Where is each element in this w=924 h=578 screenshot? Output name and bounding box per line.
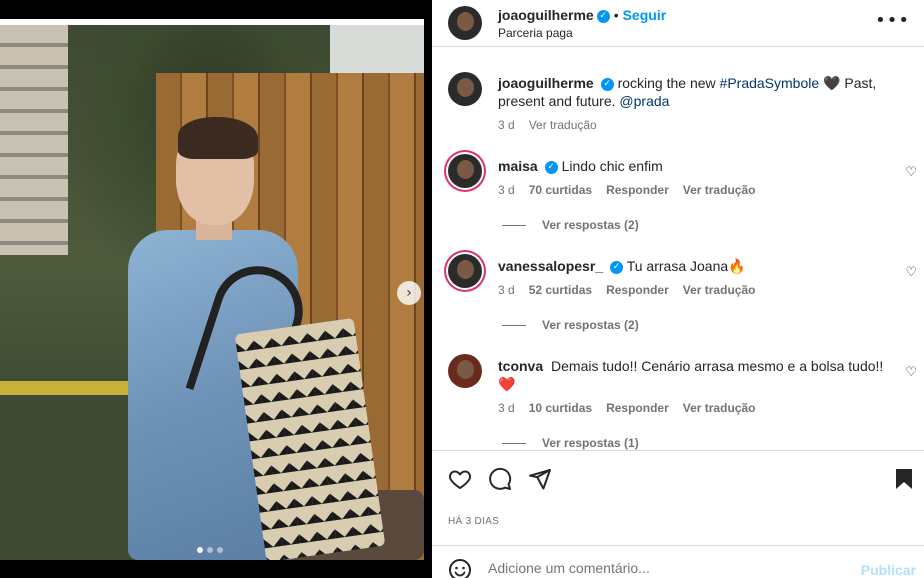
avatar[interactable] <box>448 72 482 106</box>
verified-icon: ✓ <box>600 77 614 91</box>
comment-text: maisa ✓ Lindo chic enfim <box>498 157 888 175</box>
carousel-dot-active <box>197 547 203 553</box>
avatar[interactable] <box>448 354 482 388</box>
photo-curb <box>0 381 140 395</box>
view-replies-button[interactable]: Ver respostas (1) <box>502 436 639 450</box>
comment-time[interactable]: 3 d <box>498 183 515 197</box>
emoji-icon[interactable] <box>448 558 472 578</box>
comment-likes[interactable]: 52 curtidas <box>529 283 592 297</box>
reply-button[interactable]: Responder <box>606 283 669 297</box>
avatar[interactable] <box>448 254 482 288</box>
heart-icon[interactable] <box>448 467 472 491</box>
publish-button[interactable]: Publicar <box>861 562 916 578</box>
header-name-row: joaoguilherme ✓ • Seguir <box>498 7 666 23</box>
follow-button[interactable]: Seguir <box>623 7 667 23</box>
header-username[interactable]: joaoguilherme <box>498 7 594 23</box>
verified-icon: ✓ <box>610 260 624 274</box>
chevron-right-icon[interactable]: › <box>397 281 421 305</box>
hashtag-link[interactable]: #PradaSymbole <box>720 75 820 91</box>
comment-time[interactable]: 3 d <box>498 401 515 415</box>
comment-username[interactable]: tconva <box>498 358 543 374</box>
comment-body: Lindo chic enfim <box>561 158 663 174</box>
more-horizontal-icon[interactable]: ••• <box>875 10 910 31</box>
paid-partnership-label[interactable]: Parceria paga <box>498 26 573 40</box>
mention-link[interactable]: @prada <box>619 93 669 109</box>
reply-button[interactable]: Responder <box>606 183 669 197</box>
separator-dot: • <box>613 7 619 23</box>
heart-icon[interactable]: ♡ <box>905 265 917 280</box>
post-photo[interactable] <box>0 25 424 560</box>
comment-body: Demais tudo!! Cenário arrasa mesmo e a b… <box>498 358 884 392</box>
post-media: › <box>0 0 432 578</box>
caption-time[interactable]: 3 d <box>498 118 515 132</box>
post-date[interactable]: HÁ 3 DIAS <box>448 516 499 527</box>
comment-text: tconva Demais tudo!! Cenário arrasa mesm… <box>498 357 888 393</box>
add-comment-bar: Publicar <box>432 545 924 578</box>
comment-likes[interactable]: 70 curtidas <box>529 183 592 197</box>
verified-icon: ✓ <box>544 160 558 174</box>
media-frame <box>0 19 424 560</box>
heart-icon[interactable]: ♡ <box>905 165 917 180</box>
post-sidebar: joaoguilherme ✓ • Seguir Parceria paga ••• … <box>432 0 924 578</box>
view-replies-button[interactable]: Ver respostas (2) <box>502 318 639 332</box>
post-header: joaoguilherme ✓ • Seguir Parceria paga ••• <box>432 0 924 47</box>
translate-button[interactable]: Ver tradução <box>683 183 756 197</box>
comment-input[interactable] <box>488 560 848 576</box>
reply-button[interactable]: Responder <box>606 401 669 415</box>
caption-translate[interactable]: Ver tradução <box>529 118 597 132</box>
bookmark-icon[interactable] <box>892 467 916 491</box>
comment-username[interactable]: maisa <box>498 158 538 174</box>
avatar[interactable] <box>448 154 482 188</box>
comment-text: vanessalopesr_ ✓ Tu arrasa Joana🔥 <box>498 257 888 275</box>
comment-body: Tu arrasa Joana🔥 <box>626 258 746 274</box>
verified-icon: ✓ <box>596 9 610 23</box>
photo-person-hair <box>178 117 258 159</box>
comment-meta: 3 d 70 curtidas Responder Ver tradução <box>498 183 769 197</box>
send-icon[interactable] <box>528 467 552 491</box>
post-actions: HÁ 3 DIAS <box>432 450 924 545</box>
comment-icon[interactable] <box>488 467 512 491</box>
comment-likes[interactable]: 10 curtidas <box>529 401 592 415</box>
caption-text: joaoguilherme ✓ rocking the new #PradaSym… <box>498 74 888 110</box>
carousel-dot <box>217 547 223 553</box>
view-replies-button[interactable]: Ver respostas (2) <box>502 218 639 232</box>
translate-button[interactable]: Ver tradução <box>683 401 756 415</box>
caption-meta: 3 d Ver tradução <box>498 118 611 132</box>
photo-building <box>0 25 68 255</box>
comment-meta: 3 d 52 curtidas Responder Ver tradução <box>498 283 769 297</box>
heart-icon[interactable]: ♡ <box>905 365 917 380</box>
avatar[interactable] <box>448 6 482 40</box>
comment-time[interactable]: 3 d <box>498 283 515 297</box>
carousel-dots <box>197 547 223 553</box>
comment-username[interactable]: vanessalopesr_ <box>498 258 603 274</box>
caption-body: rocking the new <box>617 75 720 91</box>
translate-button[interactable]: Ver tradução <box>683 283 756 297</box>
comments-list[interactable]: joaoguilherme ✓ rocking the new #PradaSym… <box>432 48 924 450</box>
carousel-dot <box>207 547 213 553</box>
caption-username[interactable]: joaoguilherme <box>498 75 594 91</box>
comment-meta: 3 d 10 curtidas Responder Ver tradução <box>498 401 769 415</box>
